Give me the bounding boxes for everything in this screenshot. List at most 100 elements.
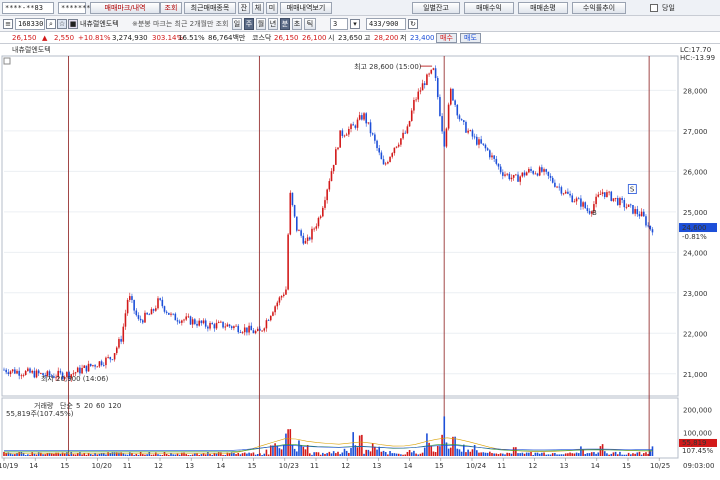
time-tick-label: 14 bbox=[216, 462, 225, 470]
recent-trades-button[interactable]: 최근매매종목 bbox=[184, 2, 236, 14]
return-trend-button[interactable]: 수익률추이 bbox=[572, 2, 626, 14]
volume-bar bbox=[573, 453, 576, 456]
period-week-button[interactable]: 주 bbox=[244, 18, 254, 30]
candle-body bbox=[452, 88, 454, 101]
candle-body bbox=[315, 226, 318, 229]
query-button[interactable]: 조회 bbox=[160, 2, 182, 14]
volume-bar bbox=[302, 446, 305, 456]
stock-code-input[interactable]: 168330 bbox=[15, 18, 45, 30]
volume-bar bbox=[345, 450, 348, 456]
candle-body bbox=[645, 216, 647, 226]
volume-bar bbox=[9, 453, 12, 456]
volume-ma-60: 60 bbox=[96, 402, 105, 410]
bid-price: 26,100 bbox=[302, 34, 327, 42]
volume-current-value: 55,819주(107.45%) bbox=[6, 410, 74, 418]
candle-body bbox=[159, 298, 161, 300]
period-month-button[interactable]: 월 bbox=[256, 18, 266, 30]
candle-body bbox=[107, 357, 109, 358]
candle-body bbox=[196, 323, 198, 326]
candle-body bbox=[606, 192, 608, 197]
favorite-icon[interactable]: ☆ bbox=[57, 19, 67, 29]
volume-bar bbox=[465, 452, 467, 456]
volume-bar bbox=[606, 453, 608, 456]
period-day-button[interactable]: 일 bbox=[232, 18, 242, 30]
volume-bar bbox=[157, 454, 159, 456]
candle-body bbox=[165, 311, 168, 313]
executed-button[interactable]: 체 bbox=[252, 2, 264, 14]
account-number-input[interactable]: ****-**83 bbox=[2, 2, 54, 14]
volume-bar bbox=[341, 452, 344, 456]
candle-body bbox=[482, 143, 485, 145]
period-second-button[interactable]: 초 bbox=[292, 18, 302, 30]
volume-bar bbox=[499, 453, 502, 456]
interval-select[interactable]: 3 bbox=[330, 18, 348, 30]
trade-profit-button[interactable]: 매매수익 bbox=[464, 2, 514, 14]
trade-mark-button[interactable]: 매매마크/내역 bbox=[90, 2, 160, 14]
volume-bar bbox=[590, 452, 593, 456]
volume-bar bbox=[263, 453, 266, 456]
trade-loss-button[interactable]: 매매손평 bbox=[518, 2, 568, 14]
candle-body bbox=[339, 130, 341, 148]
volume-bar bbox=[159, 454, 161, 456]
candle-body bbox=[319, 216, 322, 218]
search-icon[interactable]: ⌕ bbox=[46, 19, 56, 29]
candle-body bbox=[506, 173, 508, 175]
volume-bar bbox=[536, 452, 539, 456]
balance-button[interactable]: 잔 bbox=[238, 2, 250, 14]
period-tick-button[interactable]: 틱 bbox=[304, 18, 316, 30]
volume-bar bbox=[603, 451, 606, 456]
menu-icon[interactable]: ≡ bbox=[3, 19, 13, 29]
volume-bar bbox=[261, 454, 263, 456]
volume-bar bbox=[417, 454, 420, 456]
candle-body bbox=[113, 353, 116, 360]
volume-bar bbox=[456, 448, 459, 456]
volume-bar bbox=[569, 452, 571, 456]
time-tick-label: 13 bbox=[560, 462, 569, 470]
volume-bar bbox=[215, 453, 218, 456]
sell-button[interactable]: 매도 bbox=[460, 33, 481, 43]
candle-body bbox=[365, 113, 367, 124]
volume-bar bbox=[126, 454, 129, 456]
today-checkbox[interactable] bbox=[650, 4, 658, 12]
candle-body bbox=[523, 172, 526, 176]
volume-bar bbox=[510, 453, 513, 456]
candle-body bbox=[235, 325, 237, 327]
low-annotation: 최저 20,900 (14:06) bbox=[41, 374, 109, 383]
candle-body bbox=[376, 140, 378, 149]
candle-body bbox=[94, 365, 96, 367]
volume-bar bbox=[538, 453, 541, 456]
trade-history-button[interactable]: 매매내역보기 bbox=[280, 2, 332, 14]
bar-count-field[interactable]: 433/900 bbox=[366, 18, 406, 30]
candle-body bbox=[486, 148, 489, 151]
password-input[interactable]: ******** bbox=[58, 2, 95, 14]
buy-button[interactable]: 매수 bbox=[436, 33, 457, 43]
volume-bar bbox=[139, 451, 142, 456]
volume-bar bbox=[640, 454, 643, 456]
candle-body bbox=[467, 130, 469, 133]
chart-settings-icon[interactable] bbox=[3, 57, 11, 65]
period-minute-button[interactable]: 분 bbox=[280, 18, 290, 30]
volume-bar bbox=[495, 453, 498, 456]
volume-bar bbox=[562, 454, 565, 456]
candle-body bbox=[651, 229, 654, 233]
volume-bar bbox=[293, 448, 296, 456]
volume-ma-120: 120 bbox=[108, 402, 121, 410]
time-tick-label: 14 bbox=[591, 462, 600, 470]
candlestick-chart[interactable]: 내츄럴엔도텍 LC:17.70 HC:-13.99 최고 28,600 (15:… bbox=[0, 44, 720, 480]
price-tick-label: 21,000 bbox=[683, 371, 708, 379]
current-change-label: -0.81% bbox=[682, 233, 707, 241]
candle-body bbox=[170, 313, 172, 315]
volume-bar bbox=[402, 454, 404, 456]
volume-bar bbox=[638, 451, 641, 456]
volume-bar bbox=[356, 447, 359, 456]
candle-body bbox=[495, 158, 498, 164]
daily-balance-button[interactable]: 일별잔고 bbox=[412, 2, 460, 14]
volume-bar bbox=[200, 454, 203, 456]
period-year-button[interactable]: 년 bbox=[268, 18, 278, 30]
chevron-down-icon[interactable]: ▾ bbox=[350, 19, 360, 29]
refresh-icon[interactable]: ↻ bbox=[408, 19, 418, 29]
candle-body bbox=[124, 313, 127, 327]
candle-body bbox=[571, 195, 574, 203]
unfilled-button[interactable]: 미 bbox=[266, 2, 278, 14]
volume-bar bbox=[348, 452, 350, 456]
